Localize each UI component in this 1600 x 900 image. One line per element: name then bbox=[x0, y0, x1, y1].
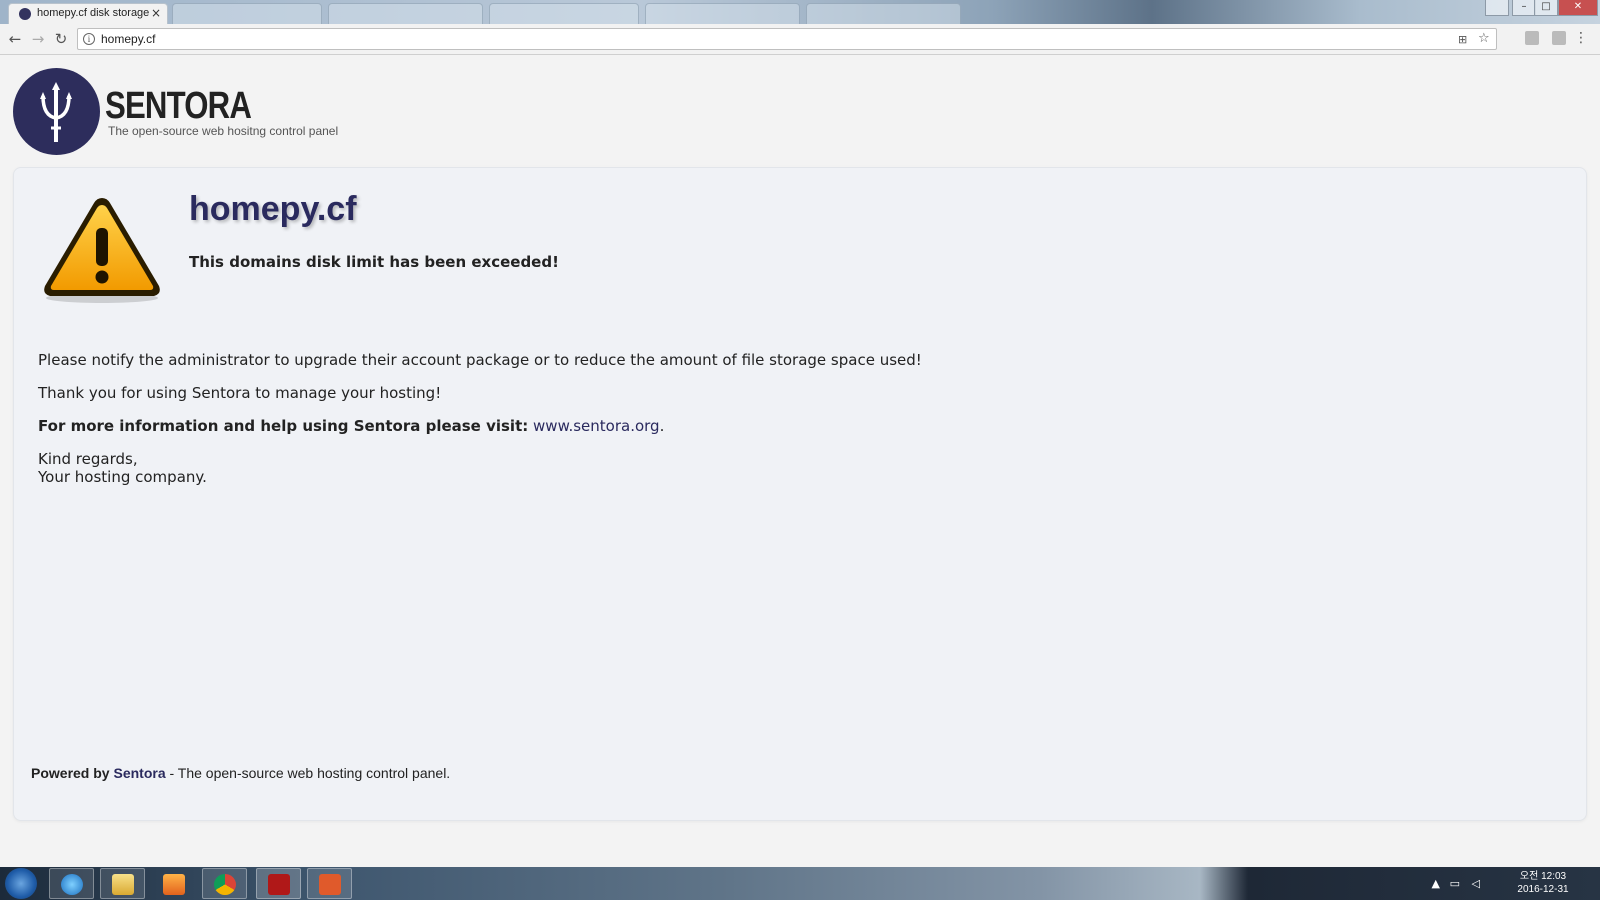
more-info-suffix: . bbox=[659, 417, 665, 435]
brand-name: SENTORA bbox=[105, 85, 252, 127]
footer-description: - The open-source web hosting control pa… bbox=[165, 765, 451, 781]
taskbar-chrome-icon[interactable] bbox=[202, 868, 247, 899]
browser-menu-icon[interactable]: ⋮ bbox=[1574, 30, 1588, 46]
taskbar-file-explorer-icon[interactable] bbox=[100, 868, 145, 899]
site-info-icon[interactable]: i bbox=[83, 33, 95, 45]
window-minimize-button[interactable]: – bbox=[1512, 0, 1536, 16]
back-icon[interactable]: ← bbox=[5, 29, 25, 49]
tab-title: homepy.cf disk storage bbox=[37, 7, 150, 19]
window-maximize-button[interactable]: □ bbox=[1534, 0, 1558, 16]
window-user-button[interactable] bbox=[1485, 0, 1509, 16]
powered-by-label: Powered by bbox=[31, 765, 110, 781]
domain-title: homepy.cf bbox=[189, 190, 357, 228]
regards-line: Kind regards, bbox=[38, 450, 138, 468]
thank-you-text: Thank you for using Sentora to manage yo… bbox=[38, 384, 442, 402]
tab-background[interactable] bbox=[172, 3, 322, 24]
sentora-logo-icon bbox=[13, 68, 100, 155]
tray-volume-icon[interactable]: ◁ bbox=[1472, 877, 1480, 890]
translate-icon[interactable]: ⊞ bbox=[1458, 33, 1467, 46]
warning-icon bbox=[40, 194, 164, 306]
signature-line: Your hosting company. bbox=[38, 468, 207, 486]
more-info-line: For more information and help using Sent… bbox=[38, 417, 664, 435]
windows-taskbar: ▲ ▭ ◁ 오전 12:03 2016-12-31 bbox=[0, 867, 1600, 900]
page-content: SENTORA The open-source web hositng cont… bbox=[0, 55, 1600, 867]
taskbar-powerpoint-icon[interactable] bbox=[307, 868, 352, 899]
tab-active[interactable]: homepy.cf disk storage × bbox=[8, 3, 168, 24]
url-text[interactable]: homepy.cf bbox=[101, 32, 155, 46]
bookmark-star-icon[interactable]: ☆ bbox=[1478, 31, 1490, 46]
tab-close-icon[interactable]: × bbox=[151, 6, 161, 20]
clock-time: 오전 12:03 bbox=[1519, 871, 1567, 882]
browser-titlebar: homepy.cf disk storage × – □ ✕ bbox=[0, 0, 1600, 24]
footer: Powered by Sentora - The open-source web… bbox=[31, 765, 450, 781]
notice-panel: homepy.cf This domains disk limit has be… bbox=[13, 167, 1587, 821]
more-info-label: For more information and help using Sent… bbox=[38, 417, 529, 435]
footer-sentora-link[interactable]: Sentora bbox=[113, 765, 165, 781]
taskbar-filezilla-icon[interactable] bbox=[256, 868, 301, 899]
tray-network-icon[interactable]: ▭ bbox=[1450, 877, 1460, 890]
browser-toolbar: ← → ↻ i homepy.cf ☆ ⊞ ⋮ bbox=[0, 24, 1600, 55]
taskbar-clock[interactable]: 오전 12:03 2016-12-31 bbox=[1508, 870, 1578, 896]
clock-date: 2016-12-31 bbox=[1517, 884, 1569, 895]
reload-icon[interactable]: ↻ bbox=[51, 29, 71, 49]
tab-background[interactable] bbox=[806, 3, 961, 24]
address-bar[interactable]: i homepy.cf ☆ ⊞ bbox=[77, 28, 1497, 50]
tab-background[interactable] bbox=[328, 3, 483, 24]
taskbar-internet-explorer-icon[interactable] bbox=[49, 868, 94, 899]
start-button[interactable] bbox=[5, 868, 37, 899]
sentora-favicon-icon bbox=[19, 8, 31, 20]
extension-icon[interactable] bbox=[1525, 31, 1539, 45]
extension-icon[interactable] bbox=[1552, 31, 1566, 45]
forward-icon[interactable]: → bbox=[28, 29, 48, 49]
sentora-website-link[interactable]: www.sentora.org bbox=[533, 417, 660, 435]
tray-expand-icon[interactable]: ▲ bbox=[1432, 877, 1440, 890]
limit-exceeded-headline: This domains disk limit has been exceede… bbox=[189, 253, 559, 271]
taskbar-media-player-icon[interactable] bbox=[151, 868, 196, 899]
notify-admin-text: Please notify the administrator to upgra… bbox=[38, 351, 922, 369]
tab-background[interactable] bbox=[645, 3, 800, 24]
window-close-button[interactable]: ✕ bbox=[1558, 0, 1598, 16]
tab-background[interactable] bbox=[489, 3, 639, 24]
brand-tagline: The open-source web hositng control pane… bbox=[108, 124, 339, 138]
